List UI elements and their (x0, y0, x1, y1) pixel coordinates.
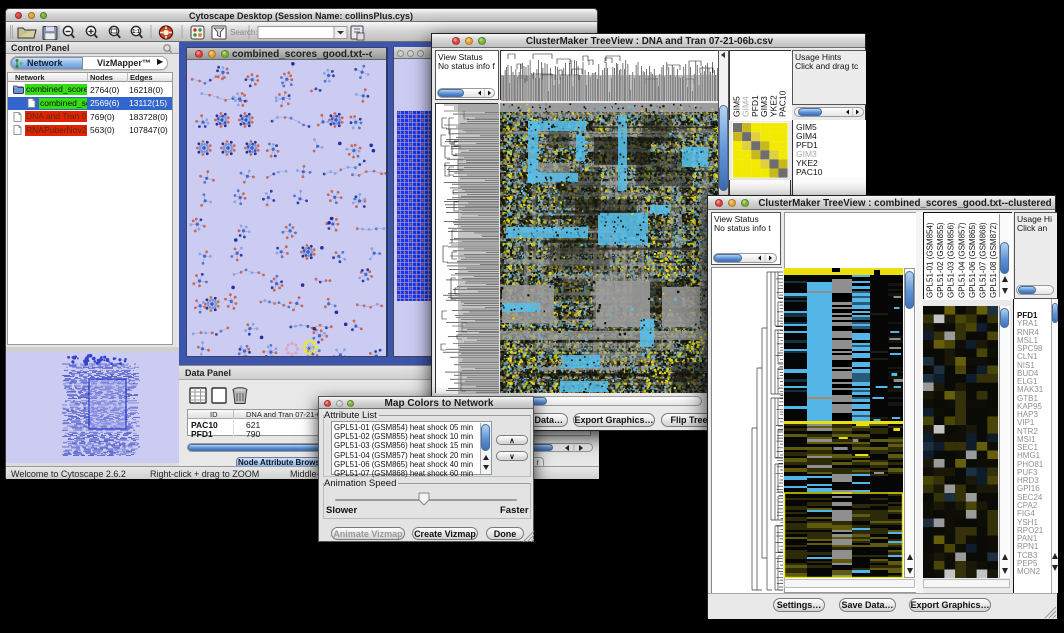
svg-text:Search:: Search: (230, 28, 258, 37)
svg-text:GPL51-02 (GSM855): GPL51-02 (GSM855) (936, 222, 945, 298)
svg-text:1:1: 1:1 (132, 29, 139, 35)
svg-text:GPL51-03 (GSM856): GPL51-03 (GSM856) (947, 222, 956, 298)
svg-text:GPL51-07 (GSM868): GPL51-07 (GSM868) (979, 222, 988, 298)
svg-text:GPL51-01 (GSM854): GPL51-01 (GSM854) (926, 222, 935, 298)
svg-text:GPL51-08 (GSM872): GPL51-08 (GSM872) (989, 222, 998, 298)
svg-text:GPL51-06 (GSM865): GPL51-06 (GSM865) (968, 222, 977, 298)
svg-text:GPL51-04 (GSM857): GPL51-04 (GSM857) (957, 222, 966, 298)
svg-text:PAC10: PAC10 (778, 90, 788, 117)
